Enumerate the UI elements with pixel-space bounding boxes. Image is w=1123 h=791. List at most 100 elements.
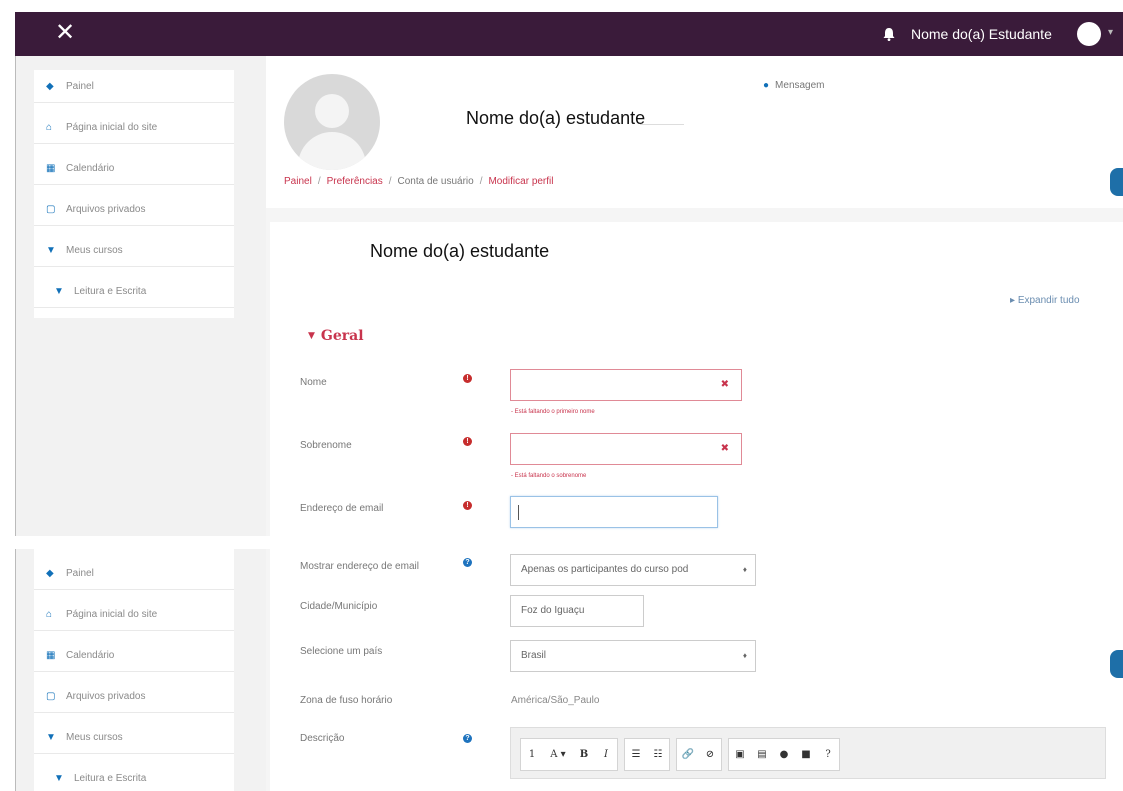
last-name-error-text: Está faltando o sobrenome bbox=[514, 473, 587, 479]
section-toggle-geral[interactable]: ▼ Geral bbox=[308, 328, 364, 344]
sidebar-nav: ◆ Painel ⌂ Página inicial do site ▦ Cale… bbox=[34, 70, 234, 318]
toggle-toolbar-icon[interactable]: 1 bbox=[521, 739, 543, 770]
message-link[interactable]: ● Mensagem bbox=[763, 80, 825, 91]
select-arrow-icon: ♦ bbox=[742, 565, 747, 574]
message-link-label: Mensagem bbox=[775, 80, 825, 91]
close-icon[interactable]: ✕ bbox=[55, 20, 75, 46]
sidebar-item-label: Meus cursos bbox=[66, 732, 123, 743]
first-name-error: - Está faltando o primeiro nome bbox=[511, 409, 595, 415]
graduation-cap-icon: ▼ bbox=[54, 286, 64, 297]
record-audio-icon[interactable]: ● bbox=[773, 739, 795, 770]
error-x-icon: ✖ bbox=[720, 379, 729, 390]
caret-right-icon: ▸ bbox=[1010, 295, 1018, 306]
first-name-error-text: Está faltando o primeiro nome bbox=[514, 409, 595, 415]
breadcrumb-separator: / bbox=[479, 176, 483, 187]
sidebar-item-private-files[interactable]: ▢ Arquivos privados bbox=[34, 680, 234, 713]
message-bubble-icon: ● bbox=[763, 80, 770, 91]
expand-all-link[interactable]: ▸ Expandir tudo bbox=[1010, 295, 1080, 306]
sidebar-item-label: Painel bbox=[66, 568, 94, 579]
dashboard-icon: ◆ bbox=[46, 568, 54, 579]
sidebar-item-label: Página inicial do site bbox=[66, 609, 158, 620]
timezone-value: América/São_Paulo bbox=[511, 695, 600, 706]
sidebar-item-private-files[interactable]: ▢ Arquivos privados bbox=[34, 193, 234, 226]
media-icon[interactable]: ▤ bbox=[751, 739, 773, 770]
sidebar-item-course[interactable]: ▼ Leitura e Escrita bbox=[34, 762, 234, 791]
required-icon: ! bbox=[463, 374, 472, 383]
help-icon[interactable]: ? bbox=[463, 734, 472, 743]
sidebar-item-course[interactable]: ▼ Leitura e Escrita bbox=[34, 275, 234, 308]
toolbar-group: 1 A ▾ B I bbox=[520, 738, 618, 771]
country-value: Brasil bbox=[521, 650, 547, 661]
divider bbox=[640, 124, 684, 125]
sidebar-item-calendar[interactable]: ▦ Calendário bbox=[34, 639, 234, 672]
page-title: Nome do(a) estudante bbox=[370, 241, 550, 261]
timezone-label: Zona de fuso horário bbox=[300, 695, 393, 706]
sidebar-item-calendar[interactable]: ▦ Calendário bbox=[34, 152, 234, 185]
breadcrumb-item-edit-profile[interactable]: Modificar perfil bbox=[488, 176, 553, 187]
font-style-icon[interactable]: A ▾ bbox=[543, 739, 573, 770]
email-display-value: Apenas os participantes do curso pod bbox=[521, 564, 689, 575]
sidebar-item-label: Arquivos privados bbox=[66, 204, 146, 215]
avatar-body-shape bbox=[298, 132, 366, 170]
unordered-list-icon[interactable]: ☰ bbox=[625, 739, 647, 770]
city-field[interactable]: Foz do Iguaçu bbox=[510, 595, 644, 627]
sidebar-item-my-courses[interactable]: ▼ Meus cursos bbox=[34, 234, 234, 267]
last-name-field[interactable]: ✖ bbox=[510, 433, 742, 465]
manage-files-icon[interactable]: ? bbox=[817, 739, 839, 770]
sidebar-item-label: Leitura e Escrita bbox=[74, 773, 147, 784]
user-avatar[interactable] bbox=[1077, 22, 1101, 46]
sidebar-item-label: Página inicial do site bbox=[66, 122, 158, 133]
breadcrumb-item-preferences[interactable]: Preferências bbox=[327, 176, 383, 187]
section-title: Geral bbox=[320, 328, 364, 344]
chevron-down-icon[interactable]: ▾ bbox=[1108, 27, 1113, 38]
email-display-select[interactable]: Apenas os participantes do curso pod ♦ bbox=[510, 554, 756, 586]
error-x-icon: ✖ bbox=[720, 443, 729, 454]
email-field[interactable] bbox=[510, 496, 718, 528]
sidebar-item-label: Meus cursos bbox=[66, 245, 123, 256]
graduation-cap-icon: ▼ bbox=[46, 245, 56, 256]
graduation-cap-icon: ▼ bbox=[54, 773, 64, 784]
breadcrumb-separator: / bbox=[388, 176, 392, 187]
dashboard-icon: ◆ bbox=[46, 81, 54, 92]
bold-icon[interactable]: B bbox=[573, 739, 595, 770]
sidebar-item-label: Painel bbox=[66, 81, 94, 92]
graduation-cap-icon: ▼ bbox=[46, 732, 56, 743]
gear-icon[interactable] bbox=[1110, 650, 1123, 678]
avatar-head-shape bbox=[315, 94, 349, 128]
sidebar-item-home[interactable]: ⌂ Página inicial do site bbox=[34, 111, 234, 144]
chevron-down-icon: ▼ bbox=[308, 331, 315, 341]
toolbar-group: ▣ ▤ ● ■ ? bbox=[728, 738, 840, 771]
text-caret bbox=[518, 505, 519, 520]
help-icon[interactable]: ? bbox=[463, 558, 472, 567]
toolbar-group: 🔗 ⊘ bbox=[676, 738, 722, 771]
ordered-list-icon[interactable]: ☷ bbox=[647, 739, 669, 770]
home-icon: ⌂ bbox=[46, 609, 53, 620]
first-name-field[interactable]: ✖ bbox=[510, 369, 742, 401]
sidebar-item-my-courses[interactable]: ▼ Meus cursos bbox=[34, 721, 234, 754]
editor-toolbar: 1 A ▾ B I ☰ ☷ 🔗 ⊘ ▣ ▤ ● ■ ? bbox=[520, 738, 846, 771]
italic-icon[interactable]: I bbox=[595, 739, 617, 770]
screenshot-gap bbox=[266, 536, 1123, 549]
city-value: Foz do Iguaçu bbox=[521, 605, 585, 616]
sidebar-nav: ◆ Painel ⌂ Página inicial do site ▦ Cale… bbox=[34, 549, 234, 791]
sidebar-item-label: Calendário bbox=[66, 163, 115, 174]
calendar-icon: ▦ bbox=[46, 650, 56, 661]
bell-icon[interactable] bbox=[879, 24, 899, 44]
breadcrumb-item-painel[interactable]: Painel bbox=[284, 176, 312, 187]
link-icon[interactable]: 🔗 bbox=[677, 739, 699, 770]
breadcrumb-separator: / bbox=[317, 176, 321, 187]
sidebar-item-painel[interactable]: ◆ Painel bbox=[34, 70, 234, 103]
email-display-label: Mostrar endereço de email bbox=[300, 561, 419, 572]
sidebar-item-label: Arquivos privados bbox=[66, 691, 146, 702]
gear-icon[interactable] bbox=[1110, 168, 1123, 196]
country-select[interactable]: Brasil ♦ bbox=[510, 640, 756, 672]
record-video-icon[interactable]: ■ bbox=[795, 739, 817, 770]
sidebar-item-painel[interactable]: ◆ Painel bbox=[34, 557, 234, 590]
unlink-icon[interactable]: ⊘ bbox=[699, 739, 721, 770]
sidebar-item-home[interactable]: ⌂ Página inicial do site bbox=[34, 598, 234, 631]
description-textarea[interactable] bbox=[510, 778, 1106, 791]
image-icon[interactable]: ▣ bbox=[729, 739, 751, 770]
file-icon: ▢ bbox=[46, 691, 56, 702]
user-menu-name[interactable]: Nome do(a) Estudante bbox=[911, 12, 1052, 56]
last-name-error: - Está faltando o sobrenome bbox=[511, 473, 587, 479]
